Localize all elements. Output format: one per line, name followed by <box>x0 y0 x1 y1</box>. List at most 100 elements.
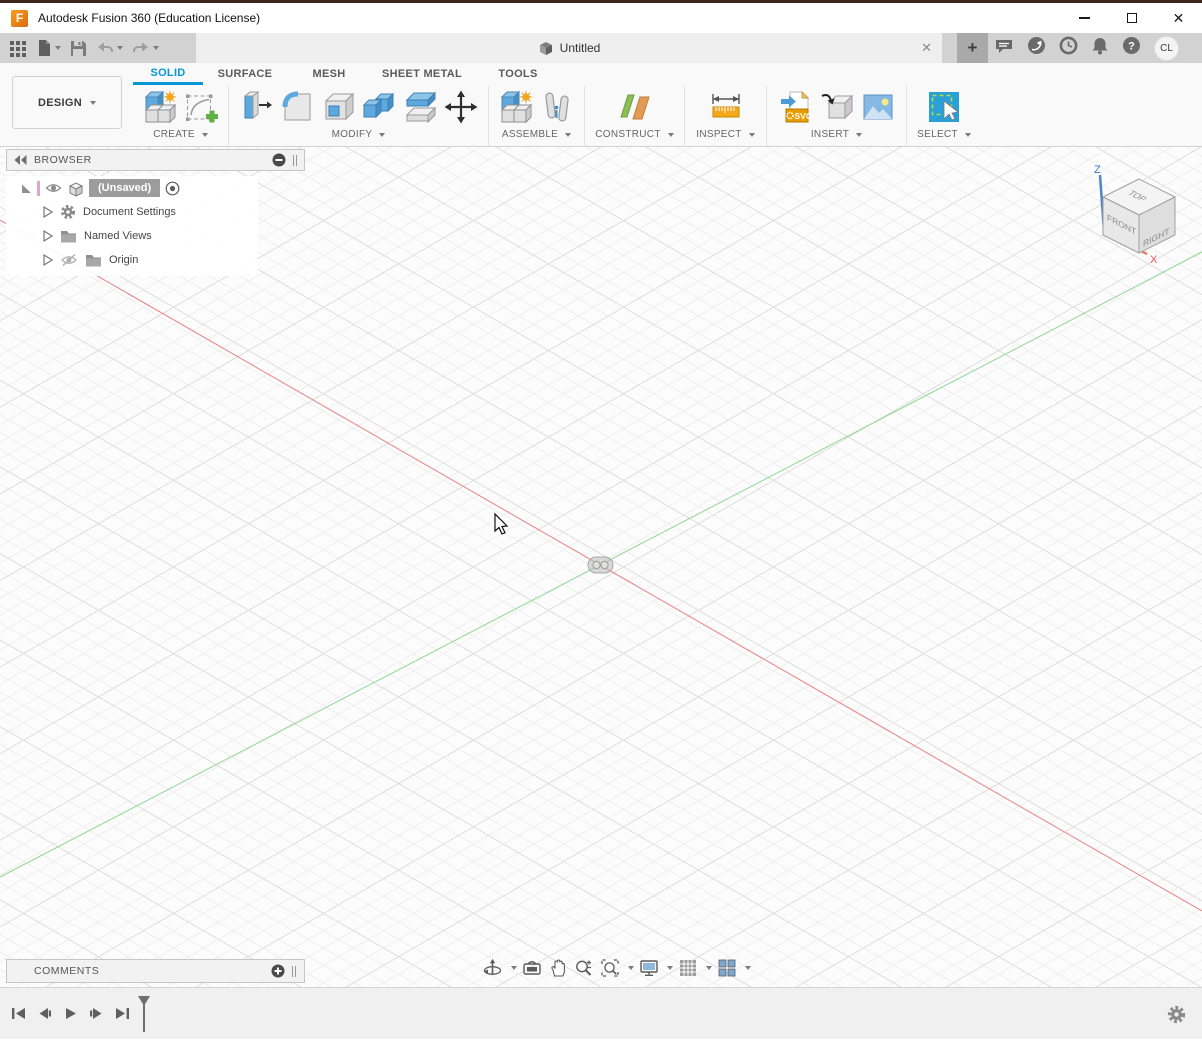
display-caret-icon[interactable] <box>667 966 673 970</box>
joint-button[interactable] <box>538 87 576 127</box>
assemble-new-component-button[interactable] <box>497 87 535 127</box>
expand-arrow-icon[interactable] <box>20 182 32 194</box>
group-select-label[interactable]: SELECT <box>917 129 971 140</box>
create-sketch-button[interactable] <box>182 87 220 127</box>
minimize-icon <box>1079 17 1090 19</box>
browser-item-named-views[interactable]: Named Views <box>6 224 258 248</box>
grid-caret-icon[interactable] <box>706 966 712 970</box>
tab-surface[interactable]: SURFACE <box>203 63 287 85</box>
measure-button[interactable] <box>707 87 745 127</box>
group-construct-label[interactable]: CONSTRUCT <box>595 129 673 140</box>
tab-solid[interactable]: SOLID <box>133 63 203 85</box>
fusion-window: F Autodesk Fusion 360 (Education License… <box>0 0 1202 1040</box>
zoom-button[interactable] <box>573 958 595 978</box>
fillet-button[interactable] <box>278 87 316 127</box>
timeline-step-back-button[interactable] <box>36 1005 53 1022</box>
document-tab[interactable]: Untitled ✕ <box>196 33 942 63</box>
mouse-cursor-icon <box>495 514 507 534</box>
group-modify-label[interactable]: MODIFY <box>332 129 386 140</box>
shell-button[interactable] <box>319 87 357 127</box>
inspect-caret-icon <box>749 133 755 137</box>
group-create-label[interactable]: CREATE <box>153 129 208 140</box>
group-assemble: ASSEMBLE <box>489 86 585 147</box>
viewports-button[interactable] <box>716 958 738 978</box>
help-icon[interactable]: ? <box>1122 36 1141 60</box>
fit-caret-icon[interactable] <box>628 966 634 970</box>
browser-tree: (Unsaved) Document Settings Named Views <box>6 176 258 276</box>
maximize-button[interactable] <box>1108 3 1155 33</box>
orbit-button[interactable] <box>481 958 504 979</box>
pan-button[interactable] <box>547 958 569 978</box>
group-assemble-label[interactable]: ASSEMBLE <box>502 129 571 140</box>
browser-root-row[interactable]: (Unsaved) <box>6 176 258 200</box>
titlebar: F Autodesk Fusion 360 (Education License… <box>0 0 1202 33</box>
group-inspect-label[interactable]: INSPECT <box>696 129 754 140</box>
browser-item-document-settings[interactable]: Document Settings <box>6 200 258 224</box>
move-copy-button[interactable] <box>442 87 480 127</box>
viewports-caret-icon[interactable] <box>745 966 751 970</box>
display-settings-button[interactable] <box>638 958 660 978</box>
remove-panel-icon[interactable] <box>272 153 286 167</box>
group-insert-label[interactable]: INSERT <box>811 129 862 140</box>
add-comment-icon[interactable] <box>271 964 285 978</box>
origin-marker[interactable] <box>588 557 613 573</box>
timeline-go-start-button[interactable] <box>10 1005 27 1022</box>
file-menu-button[interactable] <box>36 39 61 57</box>
panel-grip[interactable] <box>293 155 297 166</box>
svg-text:?: ? <box>1128 41 1135 53</box>
job-status-icon[interactable] <box>995 37 1014 60</box>
notifications-bell-icon[interactable] <box>1091 36 1109 60</box>
document-tab-close-icon[interactable]: ✕ <box>921 33 932 63</box>
grid-snaps-button[interactable] <box>677 958 699 978</box>
new-component-button[interactable] <box>141 87 179 127</box>
insert-svg-button[interactable]: SVG <box>777 87 815 127</box>
document-root-label[interactable]: (Unsaved) <box>89 179 160 197</box>
extensions-icon[interactable] <box>1027 36 1046 60</box>
save-button[interactable] <box>70 40 87 57</box>
combine-button[interactable] <box>360 87 398 127</box>
construct-plane-button[interactable] <box>607 87 663 127</box>
timeline-settings-gear-icon[interactable] <box>1167 1005 1186 1029</box>
chevron-right-icon[interactable] <box>43 230 53 242</box>
fit-button[interactable] <box>599 958 621 978</box>
tab-sheet-metal[interactable]: SHEET METAL <box>371 63 473 85</box>
insert-caret-icon <box>856 133 862 137</box>
viewcube[interactable]: TOP FRONT RIGHT Z X <box>1080 157 1200 277</box>
window-controls: ✕ <box>1061 3 1202 33</box>
insert-mesh-button[interactable] <box>818 87 856 127</box>
panel-grip[interactable] <box>292 966 296 977</box>
insert-canvas-button[interactable] <box>859 87 897 127</box>
undo-button[interactable] <box>96 40 123 56</box>
look-at-button[interactable] <box>521 958 543 978</box>
tab-tools[interactable]: TOOLS <box>473 63 563 85</box>
timeline-go-end-button[interactable] <box>114 1005 131 1022</box>
visibility-off-eye-icon[interactable] <box>60 253 78 267</box>
timeline-play-button[interactable] <box>62 1005 79 1022</box>
notification-center-clock-icon[interactable] <box>1059 36 1078 60</box>
comments-title: COMMENTS <box>34 965 99 977</box>
tab-mesh[interactable]: MESH <box>287 63 371 85</box>
collapse-panel-icon[interactable] <box>14 155 27 165</box>
ribbon-groups: CREATE <box>133 86 981 147</box>
user-avatar[interactable]: CL <box>1154 36 1179 61</box>
browser-header[interactable]: BROWSER <box>6 149 305 171</box>
minimize-button[interactable] <box>1061 3 1108 33</box>
modeling-canvas[interactable]: TOP FRONT RIGHT Z X BROWSER (Uns <box>0 147 1202 987</box>
comments-panel[interactable]: COMMENTS <box>6 959 305 983</box>
new-tab-button[interactable]: + <box>957 33 988 63</box>
offset-face-button[interactable] <box>401 87 439 127</box>
redo-button[interactable] <box>132 40 159 56</box>
browser-item-origin[interactable]: Origin <box>6 248 258 272</box>
chevron-right-icon[interactable] <box>43 206 53 218</box>
visibility-eye-icon[interactable] <box>45 182 62 194</box>
press-pull-button[interactable] <box>237 87 275 127</box>
select-button[interactable] <box>925 87 963 127</box>
timeline-position-marker[interactable] <box>136 995 152 1038</box>
timeline-step-forward-button[interactable] <box>88 1005 105 1022</box>
activate-radio-icon[interactable] <box>165 181 180 196</box>
orbit-caret-icon[interactable] <box>511 966 517 970</box>
close-button[interactable]: ✕ <box>1155 3 1202 33</box>
chevron-right-icon[interactable] <box>43 254 53 266</box>
workspace-switcher-button[interactable]: DESIGN <box>12 76 122 129</box>
data-panel-icon[interactable] <box>9 39 27 57</box>
